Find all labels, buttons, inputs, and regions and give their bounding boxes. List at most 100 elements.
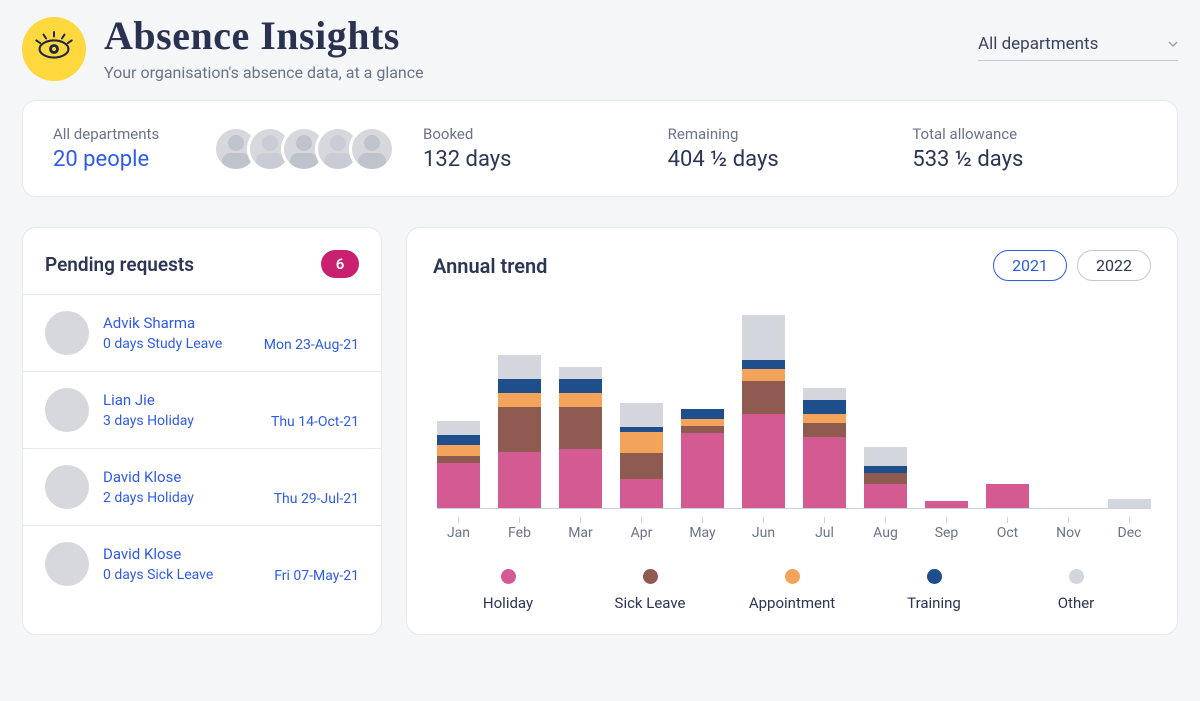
chart-segment-other bbox=[1108, 499, 1151, 508]
pending-request-row[interactable]: Advik Sharma0 days Study LeaveMon 23-Aug… bbox=[23, 294, 381, 371]
remaining-value: 404 ½ days bbox=[668, 147, 903, 172]
legend-sick: Sick Leave bbox=[615, 594, 686, 612]
chart-segment-training bbox=[498, 379, 541, 393]
month-label: Aug bbox=[864, 517, 907, 541]
chart-segment-holiday bbox=[925, 501, 968, 508]
allowance-value: 533 ½ days bbox=[912, 147, 1147, 172]
chevron-down-icon bbox=[1168, 34, 1178, 54]
year-pill-2021[interactable]: 2021 bbox=[993, 250, 1067, 281]
chart-segment-training bbox=[437, 435, 480, 444]
chart-segment-other bbox=[803, 388, 846, 400]
chart-segment-other bbox=[620, 403, 663, 427]
chart-segment-sick bbox=[803, 423, 846, 437]
pending-request-row[interactable]: David Klose2 days HolidayThu 29-Jul-21 bbox=[23, 448, 381, 525]
chart-segment-training bbox=[803, 400, 846, 414]
chart-segment-other bbox=[864, 447, 907, 466]
month-label: Jun bbox=[742, 517, 785, 541]
chart-segment-holiday bbox=[437, 463, 480, 508]
chart-bar bbox=[559, 367, 602, 508]
page-subtitle: Your organisation's absence data, at a g… bbox=[104, 63, 424, 82]
booked-value: 132 days bbox=[423, 147, 658, 172]
legend-dot-appointment bbox=[785, 569, 800, 584]
month-label: Jan bbox=[437, 517, 480, 541]
chart-segment-sick bbox=[681, 426, 724, 433]
chart-segment-sick bbox=[864, 473, 907, 485]
trend-title: Annual trend bbox=[433, 254, 547, 278]
chart-bar bbox=[864, 447, 907, 508]
trend-chart bbox=[437, 289, 1151, 509]
avatar bbox=[45, 465, 89, 509]
summary-people-link[interactable]: 20 people bbox=[53, 147, 203, 172]
remaining-label: Remaining bbox=[668, 125, 903, 143]
year-pill-2022[interactable]: 2022 bbox=[1077, 250, 1151, 281]
chart-segment-appoint bbox=[742, 369, 785, 381]
chart-segment-appoint bbox=[620, 432, 663, 453]
chart-bar bbox=[742, 315, 785, 508]
request-name: David Klose bbox=[103, 468, 359, 486]
people-avatars[interactable] bbox=[213, 126, 413, 172]
chart-segment-holiday bbox=[620, 479, 663, 508]
chart-segment-holiday bbox=[559, 449, 602, 508]
chart-segment-sick bbox=[498, 407, 541, 452]
chart-bar bbox=[803, 388, 846, 508]
chart-segment-sick bbox=[742, 381, 785, 414]
chart-segment-appoint bbox=[681, 419, 724, 426]
chart-segment-holiday bbox=[681, 433, 724, 508]
month-label: Mar bbox=[559, 517, 602, 541]
chart-segment-sick bbox=[559, 407, 602, 449]
chart-segment-appoint bbox=[803, 414, 846, 423]
summary-scope-label: All departments bbox=[53, 125, 203, 143]
month-label: Jul bbox=[803, 517, 846, 541]
legend-dot-sick bbox=[643, 569, 658, 584]
chart-segment-holiday bbox=[864, 484, 907, 508]
chart-bar bbox=[986, 484, 1029, 508]
department-dropdown-value: All departments bbox=[978, 34, 1098, 54]
request-date: Thu 29-Jul-21 bbox=[274, 491, 359, 507]
chart-segment-other bbox=[742, 315, 785, 360]
avatar bbox=[349, 126, 395, 172]
legend-dot-holiday bbox=[501, 569, 516, 584]
pending-requests-card: Pending requests 6 Advik Sharma0 days St… bbox=[22, 227, 382, 635]
request-date: Mon 23-Aug-21 bbox=[264, 337, 359, 353]
avatar bbox=[45, 542, 89, 586]
month-label: Apr bbox=[620, 517, 663, 541]
allowance-label: Total allowance bbox=[912, 125, 1147, 143]
request-date: Fri 07-May-21 bbox=[274, 568, 359, 584]
request-name: Advik Sharma bbox=[103, 314, 359, 332]
month-label: May bbox=[681, 517, 724, 541]
chart-segment-other bbox=[559, 367, 602, 379]
month-label: Dec bbox=[1108, 517, 1151, 541]
chart-segment-holiday bbox=[986, 484, 1029, 508]
chart-segment-sick bbox=[620, 453, 663, 479]
chart-bar bbox=[620, 403, 663, 508]
pending-request-row[interactable]: Lian Jie3 days HolidayThu 14-Oct-21 bbox=[23, 371, 381, 448]
chart-segment-training bbox=[864, 466, 907, 473]
chart-segment-other bbox=[498, 355, 541, 379]
legend-other: Other bbox=[1058, 594, 1095, 612]
booked-label: Booked bbox=[423, 125, 658, 143]
pending-request-row[interactable]: David Klose0 days Sick LeaveFri 07-May-2… bbox=[23, 525, 381, 602]
pending-count-badge: 6 bbox=[321, 250, 359, 278]
page-title: Absence Insights bbox=[104, 12, 424, 59]
annual-trend-card: Annual trend 2021 2022 Jan Feb Mar Apr May Ju… bbox=[406, 227, 1178, 635]
chart-segment-training bbox=[742, 360, 785, 369]
chart-segment-holiday bbox=[803, 437, 846, 508]
chart-bar bbox=[925, 501, 968, 508]
chart-bar bbox=[498, 355, 541, 508]
avatar bbox=[45, 388, 89, 432]
chart-segment-sick bbox=[437, 456, 480, 463]
legend-appointment: Appointment bbox=[749, 594, 835, 612]
chart-legend: Holiday Sick Leave Appointment Training … bbox=[407, 551, 1177, 634]
summary-card: All departments 20 people Booked 132 day… bbox=[22, 100, 1178, 197]
avatar bbox=[45, 311, 89, 355]
month-label: Feb bbox=[498, 517, 541, 541]
department-dropdown[interactable]: All departments bbox=[978, 30, 1178, 61]
pending-title: Pending requests bbox=[45, 253, 194, 276]
legend-dot-training bbox=[927, 569, 942, 584]
chart-segment-training bbox=[559, 379, 602, 393]
chart-segment-appoint bbox=[559, 393, 602, 407]
chart-bar bbox=[1108, 499, 1151, 508]
request-name: Lian Jie bbox=[103, 391, 359, 409]
chart-segment-appoint bbox=[498, 393, 541, 407]
month-label: Sep bbox=[925, 517, 968, 541]
